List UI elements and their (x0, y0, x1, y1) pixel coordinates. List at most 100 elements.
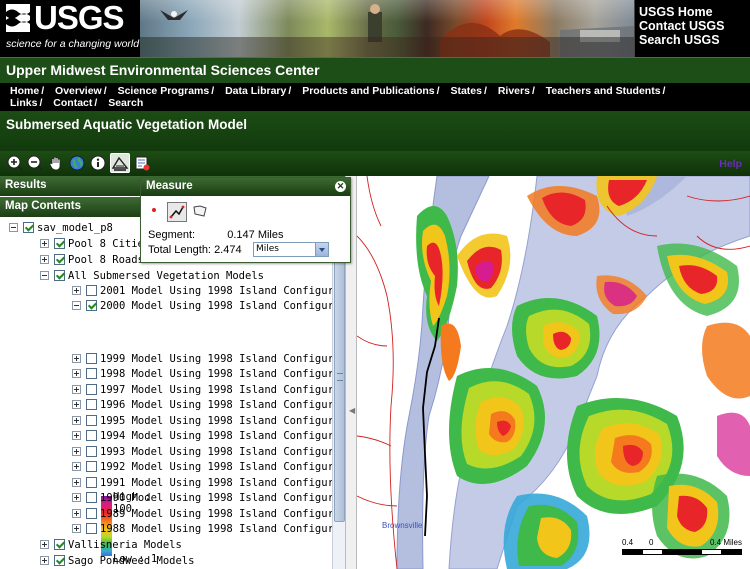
layer-checkbox[interactable] (86, 477, 97, 488)
nav-rivers[interactable]: Rivers (498, 85, 530, 97)
layer-checkbox[interactable] (86, 353, 97, 364)
map-view[interactable]: Brownsville 0.4 0 0.4 Miles (357, 176, 750, 569)
identify-info-icon[interactable] (90, 155, 106, 171)
tree-node-model: 1993 Model Using 1998 Island Configurati… (72, 444, 332, 459)
layer-checkbox[interactable] (86, 300, 97, 311)
measure-area-icon[interactable] (193, 205, 207, 217)
search-usgs-link[interactable]: Search USGS (639, 33, 750, 47)
expand-toggle-icon[interactable] (72, 524, 81, 533)
layer-checkbox[interactable] (86, 523, 97, 534)
usgs-home-link[interactable]: USGS Home (639, 5, 750, 19)
units-select[interactable]: Miles (253, 242, 329, 257)
layer-checkbox[interactable] (86, 508, 97, 519)
tree-node-label: sav_model_p8 (37, 221, 113, 234)
expand-toggle-icon[interactable] (72, 431, 81, 440)
help-link[interactable]: Help (719, 158, 742, 170)
measure-point-icon[interactable] (152, 208, 156, 212)
tree-node-model: 1996 Model Using 1998 Island Configurati… (72, 397, 332, 412)
collapse-toggle-icon[interactable] (9, 223, 18, 232)
layer-checkbox[interactable] (86, 399, 97, 410)
layer-checkbox[interactable] (86, 461, 97, 472)
usgs-banner: USGS science for a changing world USGS H… (0, 0, 750, 57)
segment-unit: Miles (257, 229, 284, 241)
tree-node-label: Sago Pondweed Models (68, 554, 195, 567)
nav-links[interactable]: Links (10, 97, 37, 109)
measure-tool-icon[interactable] (110, 153, 130, 173)
tree-node-label: 1988 Model Using 1998 Island Configurati… (100, 522, 332, 535)
layer-tree-scrollbar[interactable] (332, 232, 345, 569)
layer-checkbox[interactable] (54, 254, 65, 265)
close-icon[interactable]: ✕ (335, 181, 346, 192)
full-extent-globe-icon[interactable] (69, 155, 85, 171)
layer-checkbox[interactable] (86, 368, 97, 379)
collapse-toggle-icon[interactable] (72, 301, 81, 310)
tree-node-label: 1995 Model Using 1998 Island Configurati… (100, 414, 332, 427)
units-select-value: Miles (256, 244, 279, 254)
layer-checkbox[interactable] (54, 555, 65, 566)
nav-science-programs[interactable]: Science Programs (118, 85, 210, 97)
tree-node-label: 2001 Model Using 1998 Island Configurati… (100, 284, 332, 297)
layer-checkbox[interactable] (23, 222, 34, 233)
tree-node-label: 1994 Model Using 1998 Island Configurati… (100, 429, 332, 442)
expand-toggle-icon[interactable] (72, 462, 81, 471)
usgs-tagline: science for a changing world (6, 38, 140, 50)
layer-checkbox[interactable] (54, 270, 65, 281)
nav-products-publications[interactable]: Products and Publications (302, 85, 434, 97)
expand-toggle-icon[interactable] (72, 354, 81, 363)
measure-dialog: Measure ✕ Segment: 0.147 Miles Total Len… (140, 177, 351, 263)
expand-toggle-icon[interactable] (72, 400, 81, 409)
chevron-down-icon[interactable] (315, 243, 328, 256)
nav-contact[interactable]: Contact (53, 97, 92, 109)
nav-data-library[interactable]: Data Library (225, 85, 286, 97)
measure-line-icon[interactable] (167, 202, 187, 222)
expand-toggle-icon[interactable] (72, 385, 81, 394)
print-icon[interactable] (134, 155, 150, 171)
nav-overview[interactable]: Overview (55, 85, 102, 97)
layer-checkbox[interactable] (86, 384, 97, 395)
tree-node-pool8-cities: Pool 8 Cities (40, 236, 150, 251)
nav-teachers-students[interactable]: Teachers and Students (546, 85, 661, 97)
nav-states[interactable]: States (450, 85, 482, 97)
tree-node-label: 1990 Model Using 1998 Island Configurati… (100, 491, 332, 504)
layer-checkbox[interactable] (86, 430, 97, 441)
expand-toggle-icon[interactable] (72, 416, 81, 425)
expand-toggle-icon[interactable] (72, 286, 81, 295)
expand-toggle-icon[interactable] (40, 239, 49, 248)
layer-checkbox[interactable] (54, 238, 65, 249)
expand-toggle-icon[interactable] (72, 447, 81, 456)
zoom-in-icon[interactable] (7, 155, 23, 171)
zoom-out-icon[interactable] (27, 155, 43, 171)
tree-node-label: 1999 Model Using 1998 Island Configurati… (100, 352, 332, 365)
expand-toggle-icon[interactable] (40, 540, 49, 549)
banner-photo-collage (140, 0, 634, 57)
collapse-toggle-icon[interactable] (40, 271, 49, 280)
collapse-arrow-icon[interactable]: ◀ (349, 406, 355, 415)
layer-checkbox[interactable] (86, 285, 97, 296)
expand-toggle-icon[interactable] (72, 369, 81, 378)
expand-toggle-icon[interactable] (40, 255, 49, 264)
expand-toggle-icon[interactable] (72, 493, 81, 502)
tree-node-model: 1995 Model Using 1998 Island Configurati… (72, 413, 332, 428)
pan-hand-icon[interactable] (48, 155, 64, 171)
expand-toggle-icon[interactable] (72, 478, 81, 487)
tree-node-model: 1999 Model Using 1998 Island Configurati… (72, 351, 332, 366)
tree-node-label: 1991 Model Using 1998 Island Configurati… (100, 476, 332, 489)
expand-toggle-icon[interactable] (40, 556, 49, 565)
total-length-value: 2.474 (214, 244, 242, 256)
layer-checkbox[interactable] (86, 492, 97, 503)
measure-dialog-header[interactable]: Measure ✕ (141, 178, 350, 196)
expand-toggle-icon[interactable] (72, 509, 81, 518)
contact-usgs-link[interactable]: Contact USGS (639, 19, 750, 33)
layer-checkbox[interactable] (86, 446, 97, 457)
usgs-logo[interactable]: USGS science for a changing world (0, 0, 140, 57)
nav-home[interactable]: Home (10, 85, 39, 97)
tree-node-label: 1998 Model Using 1998 Island Configurati… (100, 367, 332, 380)
segment-value: 0.147 (227, 229, 255, 241)
layer-checkbox[interactable] (86, 415, 97, 426)
nav-search[interactable]: Search (108, 97, 143, 109)
scrollbar-thumb[interactable] (334, 232, 345, 522)
tree-node-vallisneria: Vallisneria Models (40, 537, 182, 552)
layer-checkbox[interactable] (54, 539, 65, 550)
site-navigation: Home / Overview / Science Programs / Data L… (0, 83, 750, 111)
application-title: Submersed Aquatic Vegetation Model (6, 117, 248, 132)
